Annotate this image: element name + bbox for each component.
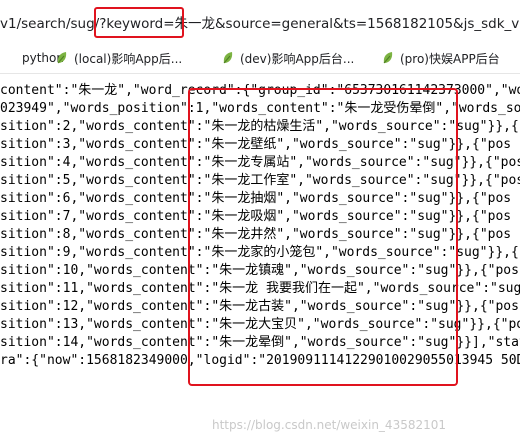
python-icon — [4, 51, 16, 65]
bookmark-python[interactable]: python — [4, 49, 64, 67]
bookmark-label: (dev)影响App后台... — [240, 51, 355, 66]
bookmarks-bar: python (local)影响App后... (dev)影响App后台... … — [0, 40, 520, 74]
address-bar[interactable]: v1/search/sug/?keyword=朱一龙&source=genera… — [0, 0, 520, 40]
leaf-icon — [223, 52, 233, 64]
bookmark-local-app[interactable]: (local)影响App后... — [56, 49, 182, 67]
bookmark-dev-app[interactable]: (dev)影响App后台... — [222, 49, 354, 67]
bookmark-pro-app[interactable]: (pro)快娱APP后台 — [382, 49, 500, 67]
content-highlight-box — [188, 88, 458, 386]
bookmark-label: (pro)快娱APP后台 — [400, 51, 500, 66]
watermark: https://blog.csdn.net/weixin_43582101 — [212, 418, 447, 432]
url-highlight-box — [94, 7, 184, 38]
leaf-icon — [383, 52, 393, 64]
leaf-icon — [57, 52, 67, 64]
bookmark-label: (local)影响App后... — [74, 51, 183, 66]
url-text[interactable]: v1/search/sug/?keyword=朱一龙&source=genera… — [0, 12, 520, 32]
